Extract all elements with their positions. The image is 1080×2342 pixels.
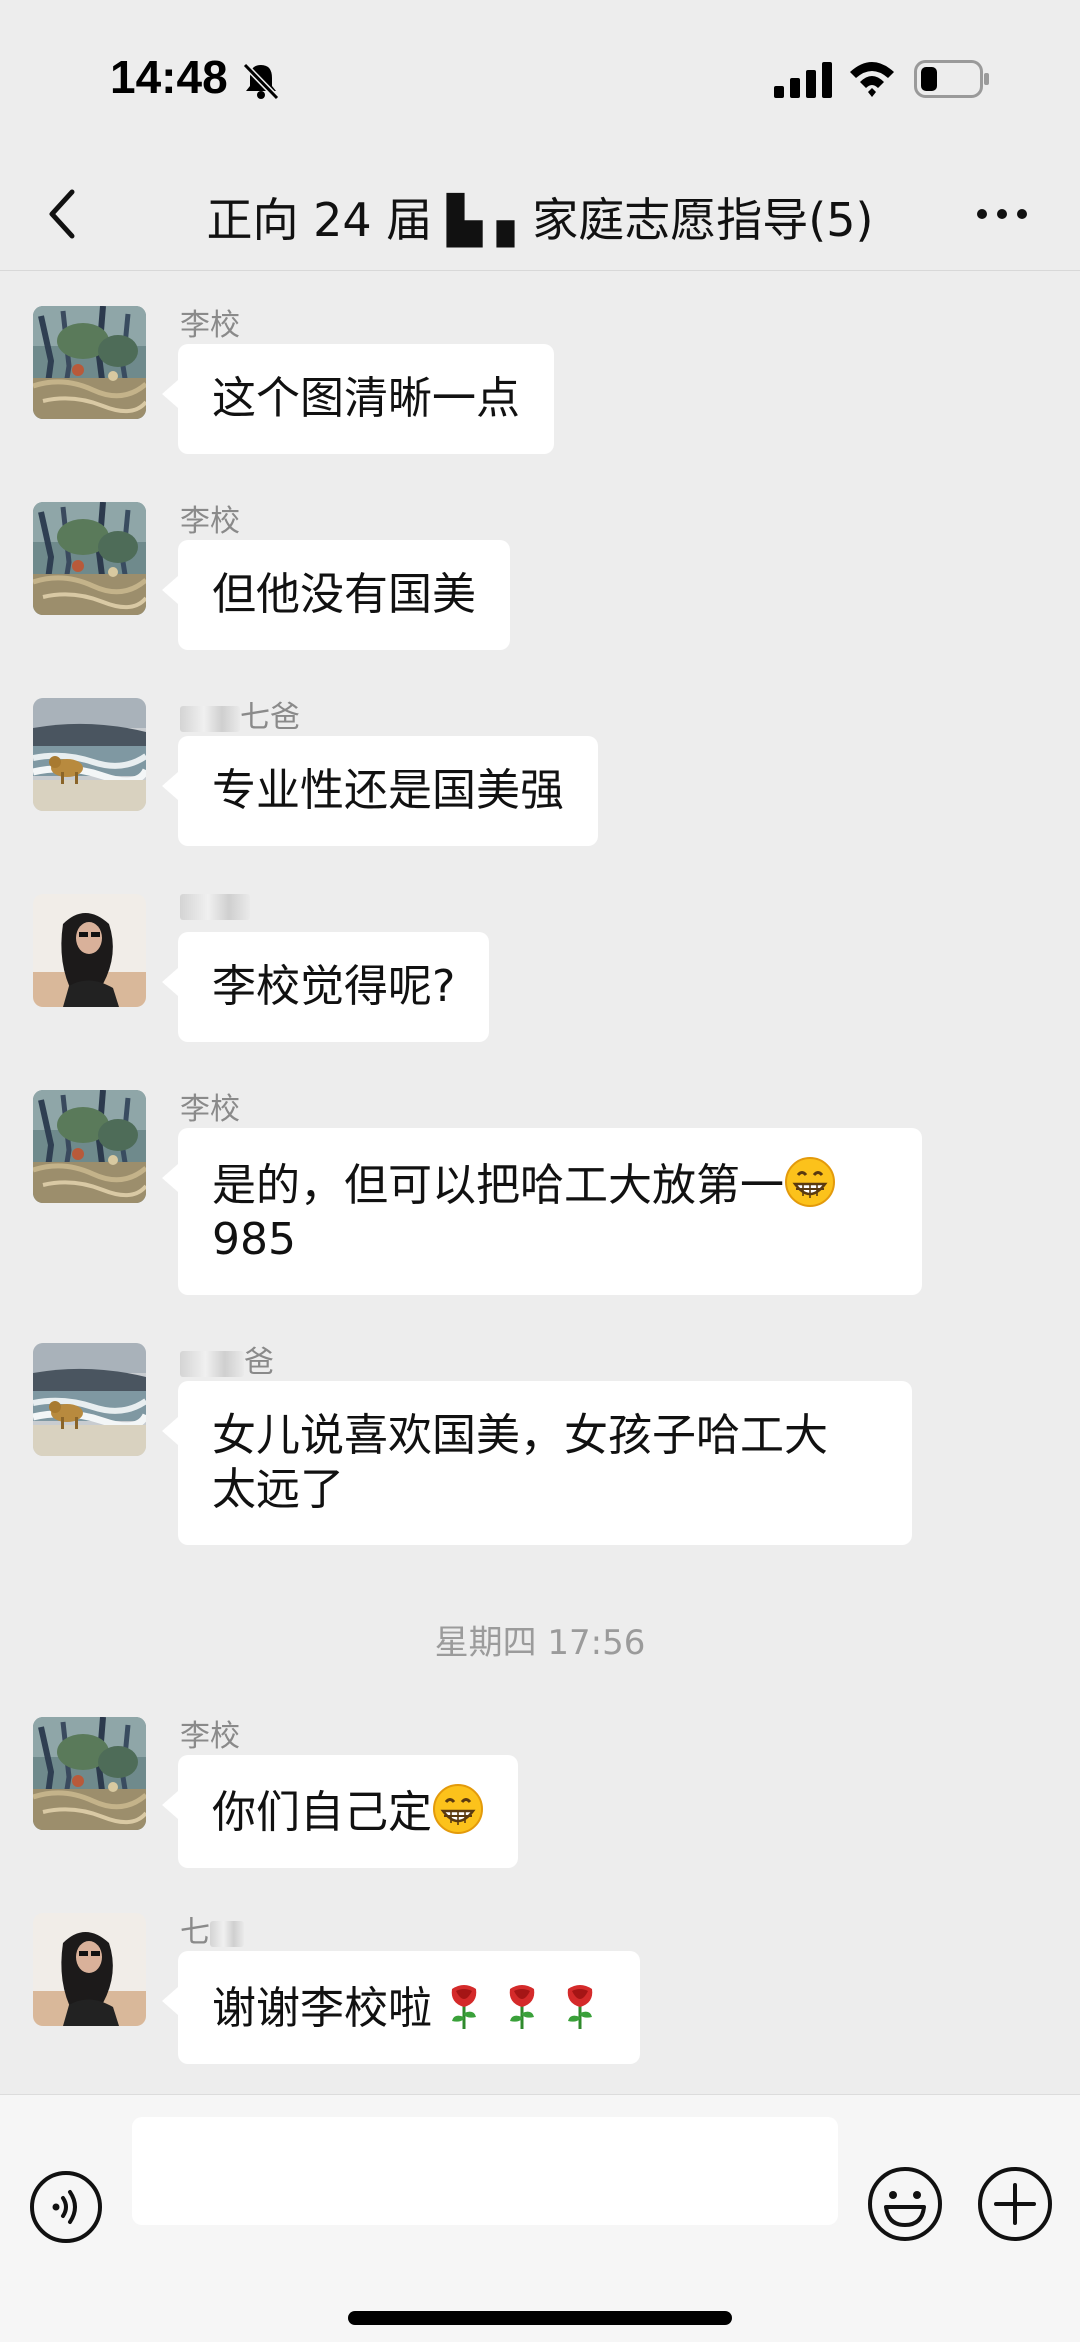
- message-bubble[interactable]: 女儿说喜欢国美，女孩子哈工大 太远了: [162, 1381, 912, 1545]
- redacted-name: [180, 705, 240, 732]
- message-text: 这个图清晰一点: [212, 373, 520, 424]
- message-text: 但他没有国美: [212, 569, 476, 620]
- home-indicator: [348, 2311, 732, 2325]
- avatar[interactable]: [33, 1343, 146, 1456]
- message-bubble[interactable]: 是的，但可以把哈工大放第一 985: [162, 1128, 922, 1295]
- message-bubble[interactable]: 谢谢李校啦: [162, 1951, 640, 2064]
- avatar[interactable]: [33, 698, 146, 811]
- avatar[interactable]: [33, 502, 146, 615]
- rose-emoji: [554, 1979, 606, 2031]
- input-bar: [0, 2094, 1080, 2342]
- sender-name: 七: [180, 1907, 244, 1951]
- emoji-icon[interactable]: [866, 2165, 944, 2243]
- redacted-name: [210, 1920, 244, 1947]
- signal-icon: [774, 62, 832, 98]
- redacted-name: [180, 1350, 244, 1377]
- message-text: 专业性还是国美强: [212, 765, 564, 816]
- message-bubble[interactable]: 你们自己定: [162, 1755, 518, 1868]
- rose-emoji: [496, 1979, 548, 2031]
- message-text: 李校觉得呢?: [212, 961, 456, 1012]
- back-icon[interactable]: [42, 184, 82, 244]
- rose-emoji: [438, 1979, 490, 2031]
- status-bar: 14:48: [0, 0, 1080, 160]
- message-text-line2: 985: [212, 1214, 296, 1265]
- battery-icon: [914, 60, 989, 98]
- message-text: 女儿说喜欢国美，女孩子哈工大: [212, 1410, 828, 1461]
- sender-name: 七爸: [180, 692, 300, 736]
- nav-bar: 正向 24 届 ▙ ▖家庭志愿指导(5): [0, 160, 1080, 271]
- sender-name: 李校: [180, 1719, 240, 1754]
- wifi-icon: [850, 62, 894, 97]
- avatar[interactable]: [33, 894, 146, 1007]
- more-icon[interactable]: [972, 194, 1032, 234]
- grinning-face-emoji: [784, 1156, 836, 1208]
- chat-title: 正向 24 届 ▙ ▖家庭志愿指导(5): [206, 193, 874, 247]
- status-time: 14:48: [110, 51, 228, 103]
- sender-name: 李校: [180, 308, 240, 343]
- avatar[interactable]: [33, 1717, 146, 1830]
- message-bubble[interactable]: 专业性还是国美强: [162, 736, 598, 846]
- bell-off-icon: [242, 62, 280, 101]
- message-text: 是的，但可以把哈工大放第一: [212, 1160, 784, 1211]
- avatar[interactable]: [33, 1913, 146, 2026]
- plus-icon[interactable]: [976, 2165, 1054, 2243]
- time-separator: 星期四 17:56: [434, 1623, 646, 1663]
- grinning-face-emoji: [432, 1783, 484, 1835]
- sender-name: 李校: [180, 1092, 240, 1127]
- sender-name: [180, 888, 250, 923]
- avatar[interactable]: [33, 306, 146, 419]
- sender-name: 爸: [180, 1337, 274, 1381]
- message-bubble[interactable]: 李校觉得呢?: [161, 932, 490, 1042]
- message-text: 你们自己定: [212, 1787, 432, 1838]
- chat-area[interactable]: 李校 这个图清晰一点 李校 但他没有国美 七爸 专业性还是国美强 李校觉得呢? …: [0, 271, 1080, 2094]
- voice-icon[interactable]: [28, 2169, 104, 2245]
- message-text-line2: 太远了: [212, 1464, 344, 1515]
- sender-name: 李校: [180, 504, 240, 539]
- avatar[interactable]: [33, 1090, 146, 1203]
- message-input[interactable]: [132, 2117, 838, 2225]
- message-bubble[interactable]: 但他没有国美: [162, 540, 510, 650]
- message-bubble[interactable]: 这个图清晰一点: [162, 344, 554, 454]
- redacted-name: [180, 893, 250, 920]
- message-text: 谢谢李校啦: [212, 1983, 432, 2034]
